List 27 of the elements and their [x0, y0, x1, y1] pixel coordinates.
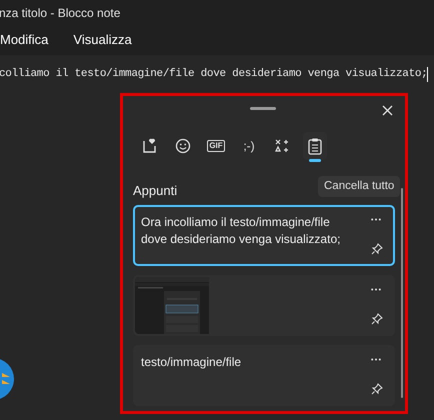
kaomoji-tab[interactable]: ;-): [237, 132, 261, 160]
drag-handle[interactable]: [250, 107, 276, 110]
clear-all-button[interactable]: Cancella tutto: [318, 176, 400, 197]
item-text: testo/immagine/file: [141, 354, 242, 371]
section-heading: Appunti: [133, 182, 178, 200]
more-icon[interactable]: [371, 358, 381, 361]
clipboard-item[interactable]: testo/immagine/file: [133, 345, 395, 406]
pin-icon[interactable]: [371, 243, 383, 255]
text-cursor: [427, 66, 428, 82]
pin-icon[interactable]: [371, 313, 383, 325]
heart-card-icon: [142, 138, 158, 154]
clipboard-icon: [308, 138, 322, 154]
clipboard-tab[interactable]: [303, 132, 327, 160]
smiley-icon: [175, 138, 191, 154]
clipboard-item[interactable]: Ora incolliamo il testo/immagine/file dove desideriamo venga visualizzato;: [133, 205, 395, 266]
gif-tab[interactable]: GIF: [204, 132, 228, 160]
menu-item[interactable]: Visualizza: [73, 30, 132, 50]
item-text: Ora incolliamo il testo/immagine/file dove desideriamo venga visualizzato;: [141, 214, 342, 248]
more-icon[interactable]: [371, 218, 381, 221]
scrollbar[interactable]: [401, 188, 403, 398]
editor-text[interactable]: colliamo il testo/immagine/file dove desideriamo venga visualizzato;: [0, 66, 428, 82]
more-icon[interactable]: [371, 288, 381, 291]
pin-icon[interactable]: [371, 383, 383, 395]
window-title: nza titolo - Blocco note: [0, 4, 120, 22]
symbols-icon: [274, 138, 290, 154]
menu-item[interactable]: Modifica: [0, 30, 48, 50]
clipboard-item[interactable]: [133, 275, 395, 336]
